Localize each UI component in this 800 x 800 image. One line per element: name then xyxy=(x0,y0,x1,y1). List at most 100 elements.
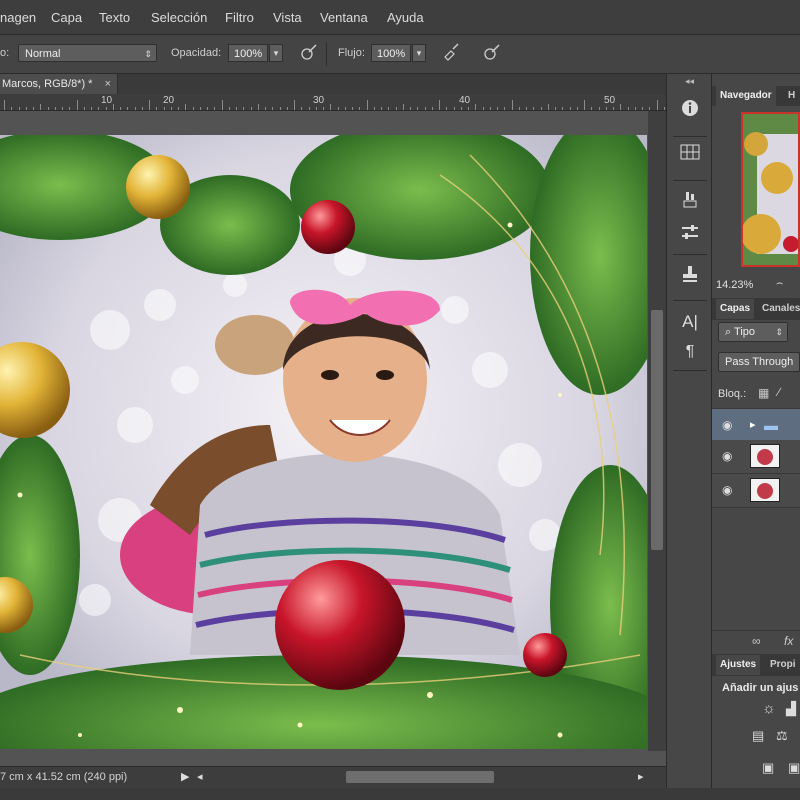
document-image[interactable] xyxy=(0,135,647,749)
visibility-eye-icon[interactable]: ◉ xyxy=(722,449,736,463)
layer-row[interactable]: ◉ xyxy=(712,474,800,508)
ruler-label: 10 xyxy=(101,95,113,106)
airbrush-icon[interactable] xyxy=(441,43,461,63)
scroll-right-icon[interactable]: ▸ xyxy=(638,770,644,783)
expand-arrow-icon[interactable]: ▸ xyxy=(750,418,756,431)
menu-help[interactable]: Ayuda xyxy=(387,10,424,25)
ruler-tick xyxy=(366,100,368,110)
ruler-tick xyxy=(315,107,317,110)
ruler-tick xyxy=(591,107,593,110)
ruler-tick xyxy=(410,107,411,110)
brush-preset-icon[interactable] xyxy=(675,190,705,214)
horizontal-scroll-thumb[interactable] xyxy=(346,771,494,783)
color-balance-icon[interactable]: ⚖ xyxy=(776,728,788,744)
opacity-dropdown[interactable]: ▾ xyxy=(269,44,283,62)
ruler-tick xyxy=(265,107,266,110)
ruler-tick xyxy=(163,107,165,110)
ruler-tick xyxy=(25,107,27,110)
ruler-label: 50 xyxy=(604,95,616,106)
tab-layers[interactable]: Capas xyxy=(716,299,755,319)
ruler-tick xyxy=(497,107,498,110)
menu-window[interactable]: Ventana xyxy=(320,10,368,25)
status-menu-arrow-icon[interactable]: ▶ xyxy=(181,770,189,783)
hue-saturation-icon[interactable]: ▤ xyxy=(752,728,764,744)
blend-mode-value: Normal xyxy=(25,48,61,60)
ruler-tick xyxy=(642,107,643,110)
ruler-tick xyxy=(337,107,339,110)
collapse-arrows-icon[interactable]: ◂◂ xyxy=(685,76,694,87)
ruler-tick xyxy=(627,107,629,110)
ruler-tick xyxy=(344,107,346,110)
ruler-tick xyxy=(76,100,78,110)
document-tab[interactable]: Marcos, RGB/8*) * × xyxy=(0,74,118,94)
link-icon[interactable]: ∞ xyxy=(752,634,761,648)
brightness-icon[interactable]: ☼ xyxy=(762,700,776,717)
zoom-level[interactable]: 14.23% xyxy=(716,279,753,291)
ruler-tick xyxy=(475,104,477,110)
layer-row[interactable]: ◉ xyxy=(712,440,800,474)
ruler-tick xyxy=(402,104,404,110)
ruler-tick xyxy=(656,100,658,110)
swatch-grid-icon[interactable] xyxy=(675,144,705,168)
menu-filter[interactable]: Filtro xyxy=(225,10,254,25)
menu-view[interactable]: Vista xyxy=(273,10,302,25)
ruler-tick xyxy=(468,107,469,110)
levels-icon[interactable]: ▟ xyxy=(786,701,796,717)
channel-mixer-icon[interactable]: ▣ xyxy=(788,760,800,776)
lock-transparent-icon[interactable]: ▦ xyxy=(758,386,769,400)
visibility-eye-icon[interactable]: ◉ xyxy=(722,418,736,432)
ruler-tick xyxy=(460,107,462,110)
visibility-eye-icon[interactable]: ◉ xyxy=(722,483,736,497)
tab-histogram[interactable]: H xyxy=(788,86,795,106)
layer-row-group[interactable]: ◉ ▸ ▬ xyxy=(712,409,800,443)
tab-navigator[interactable]: Navegador xyxy=(716,86,776,106)
menu-layer[interactable]: Capa xyxy=(51,10,82,25)
layer-filter-select[interactable]: ⌕ Tipo ⇕ xyxy=(718,322,788,342)
bottom-band xyxy=(0,788,800,800)
ruler-tick xyxy=(221,100,223,110)
separator xyxy=(326,42,327,66)
ruler-tick xyxy=(431,107,433,110)
ruler-tick xyxy=(134,107,136,110)
close-tab-icon[interactable]: × xyxy=(105,74,111,94)
pressure-size-icon[interactable] xyxy=(482,43,502,63)
vertical-scroll-thumb[interactable] xyxy=(651,310,663,550)
pressure-opacity-icon[interactable] xyxy=(299,43,319,63)
ruler-tick xyxy=(47,107,49,110)
ruler-tick xyxy=(555,107,556,110)
tab-adjustments[interactable]: Ajustes xyxy=(716,655,761,675)
ruler-tick xyxy=(439,100,440,110)
zoom-out-icon[interactable]: ⌢ xyxy=(776,277,783,290)
sliders-icon[interactable] xyxy=(675,222,705,246)
ruler-tick xyxy=(250,107,252,110)
ruler-tick xyxy=(446,107,448,110)
photo-filter-icon[interactable]: ▣ xyxy=(762,760,774,776)
scroll-left-icon[interactable]: ◂ xyxy=(197,770,203,783)
ruler-tick xyxy=(373,107,375,110)
ruler-tick xyxy=(598,107,600,110)
ruler-tick xyxy=(352,107,353,110)
tab-channels[interactable]: Canales xyxy=(762,299,800,319)
flow-dropdown[interactable]: ▾ xyxy=(412,44,426,62)
menu-type[interactable]: Texto xyxy=(99,10,130,25)
menu-image[interactable]: nagen xyxy=(0,10,36,25)
tab-properties[interactable]: Propi xyxy=(770,655,796,675)
layer-blend-select[interactable]: Pass Through xyxy=(718,352,800,372)
character-icon[interactable]: A| xyxy=(675,310,705,334)
info-icon[interactable] xyxy=(675,98,705,122)
navigator-preview[interactable] xyxy=(741,112,800,267)
paragraph-icon[interactable]: ¶ xyxy=(675,340,705,364)
opacity-input[interactable]: 100% xyxy=(228,44,268,62)
blend-mode-select[interactable]: Normal ⇕ xyxy=(18,44,157,62)
ruler-tick xyxy=(489,107,491,110)
lock-brush-icon[interactable]: ∕ xyxy=(778,385,780,399)
ruler-tick xyxy=(417,107,419,110)
ruler-tick xyxy=(4,100,5,110)
clone-stamp-icon[interactable] xyxy=(675,264,705,288)
flow-input[interactable]: 100% xyxy=(371,44,411,62)
separator xyxy=(673,300,707,301)
ruler-tick xyxy=(482,107,484,110)
fx-icon[interactable]: fx xyxy=(784,634,793,648)
document-tab-title: Marcos, RGB/8*) * xyxy=(2,78,93,90)
menu-select[interactable]: Selección xyxy=(151,10,207,25)
